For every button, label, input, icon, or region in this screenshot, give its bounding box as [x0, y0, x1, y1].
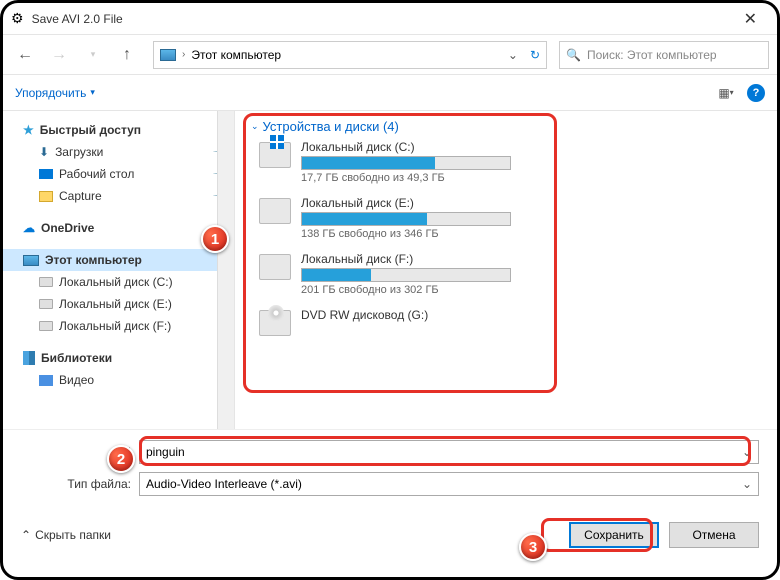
footer: ⌃Скрыть папки Сохранить Отмена: [3, 514, 777, 560]
view-options-button[interactable]: ▦ ▾: [715, 84, 737, 102]
drive-name: Локальный диск (F:): [301, 252, 511, 266]
drive-name: Локальный диск (C:): [301, 140, 511, 154]
sidebar-item-quick-access[interactable]: ★Быстрый доступ: [3, 119, 234, 141]
content-pane: ⌄ Устройства и диски (4) Локальный диск …: [235, 111, 777, 429]
annotation-marker-1: 1: [201, 225, 229, 253]
organize-button[interactable]: Упорядочить ▾: [15, 86, 95, 100]
sidebar-item-video[interactable]: Видео: [3, 369, 234, 391]
annotation-marker-2: 2: [107, 445, 135, 473]
sidebar-item-libraries[interactable]: Библиотеки: [3, 347, 234, 369]
filetype-label: Тип файла:: [21, 477, 131, 491]
drive-name: Локальный диск (E:): [301, 196, 511, 210]
filetype-select[interactable]: Audio-Video Interleave (*.avi)⌄: [139, 472, 759, 496]
forward-button[interactable]: →: [45, 41, 73, 69]
dvd-icon: [259, 310, 291, 336]
drive-usage-bar: [301, 156, 511, 170]
titlebar: ⚙ Save AVI 2.0 File ✕: [3, 3, 777, 35]
dropdown-icon[interactable]: ⌄: [742, 477, 752, 491]
breadcrumb[interactable]: Этот компьютер: [191, 48, 281, 62]
pc-icon: [160, 49, 176, 61]
help-button[interactable]: ?: [747, 84, 765, 102]
chevron-down-icon: ⌄: [251, 121, 259, 132]
window-title: Save AVI 2.0 File: [32, 12, 123, 26]
cancel-button[interactable]: Отмена: [669, 522, 759, 548]
sidebar-item-this-pc[interactable]: Этот компьютер: [3, 249, 234, 271]
drive-f[interactable]: Локальный диск (F:) 201 ГБ свободно из 3…: [251, 252, 761, 296]
drive-icon: [259, 142, 291, 168]
app-icon: ⚙: [11, 10, 24, 27]
recent-dropdown[interactable]: ▾: [79, 41, 107, 69]
disk-icon: [39, 277, 53, 287]
cloud-icon: ☁: [23, 221, 35, 235]
desktop-icon: [39, 169, 53, 179]
drive-usage-bar: [301, 212, 511, 226]
libraries-icon: [23, 351, 35, 365]
sidebar-item-disk-f[interactable]: Локальный диск (F:): [3, 315, 234, 337]
drive-dvd[interactable]: DVD RW дисковод (G:): [251, 308, 761, 336]
drive-icon: [259, 254, 291, 280]
search-input[interactable]: 🔍 Поиск: Этот компьютер: [559, 41, 769, 69]
pin-icon: 📌: [211, 166, 228, 183]
close-button[interactable]: ✕: [732, 9, 769, 29]
pin-icon: 📌: [211, 144, 228, 161]
drive-name: DVD RW дисковод (G:): [301, 308, 511, 322]
search-icon: 🔍: [566, 48, 581, 62]
drive-free-text: 17,7 ГБ свободно из 49,3 ГБ: [301, 172, 511, 184]
scrollbar-thumb[interactable]: [220, 117, 232, 149]
address-bar[interactable]: › Этот компьютер ⌄ ↻: [153, 41, 547, 69]
sidebar-item-downloads[interactable]: ⬇Загрузки📌: [3, 141, 234, 163]
dropdown-icon[interactable]: ⌄: [742, 445, 752, 459]
drive-icon: [259, 198, 291, 224]
sidebar-item-onedrive[interactable]: ☁OneDrive: [3, 217, 234, 239]
drive-free-text: 201 ГБ свободно из 302 ГБ: [301, 284, 511, 296]
address-dropdown-icon[interactable]: ⌄: [508, 48, 518, 62]
disk-icon: [39, 321, 53, 331]
search-placeholder: Поиск: Этот компьютер: [587, 48, 717, 62]
folder-icon: [39, 191, 53, 202]
annotation-marker-3: 3: [519, 533, 547, 561]
star-icon: ★: [23, 123, 34, 137]
drive-free-text: 138 ГБ свободно из 346 ГБ: [301, 228, 511, 240]
sidebar: ★Быстрый доступ ⬇Загрузки📌 Рабочий стол📌…: [3, 111, 235, 429]
toolbar: Упорядочить ▾ ▦ ▾ ?: [3, 75, 777, 111]
sidebar-item-disk-c[interactable]: Локальный диск (C:): [3, 271, 234, 293]
downloads-icon: ⬇: [39, 145, 49, 159]
hide-folders-toggle[interactable]: ⌃Скрыть папки: [21, 528, 111, 542]
sidebar-item-desktop[interactable]: Рабочий стол📌: [3, 163, 234, 185]
navbar: ← → ▾ ↑ › Этот компьютер ⌄ ↻ 🔍 Поиск: Эт…: [3, 35, 777, 75]
drive-e[interactable]: Локальный диск (E:) 138 ГБ свободно из 3…: [251, 196, 761, 240]
back-button[interactable]: ←: [11, 41, 39, 69]
chevron-down-icon: ▾: [90, 87, 95, 98]
filename-input[interactable]: pinguin⌄: [139, 440, 759, 464]
up-button[interactable]: ↑: [113, 41, 141, 69]
refresh-button[interactable]: ↻: [530, 48, 540, 62]
chevron-up-icon: ⌃: [21, 528, 31, 542]
pc-icon: [23, 255, 39, 266]
drive-usage-bar: [301, 268, 511, 282]
video-icon: [39, 375, 53, 386]
save-button[interactable]: Сохранить: [569, 522, 659, 548]
pin-icon: 📌: [211, 188, 228, 205]
sidebar-item-disk-e[interactable]: Локальный диск (E:): [3, 293, 234, 315]
sidebar-item-capture[interactable]: Capture📌: [3, 185, 234, 207]
section-header[interactable]: ⌄ Устройства и диски (4): [251, 119, 761, 134]
chevron-icon: ›: [182, 49, 185, 60]
drive-c[interactable]: Локальный диск (C:) 17,7 ГБ свободно из …: [251, 140, 761, 184]
disk-icon: [39, 299, 53, 309]
save-dialog: ⚙ Save AVI 2.0 File ✕ ← → ▾ ↑ › Этот ком…: [0, 0, 780, 580]
